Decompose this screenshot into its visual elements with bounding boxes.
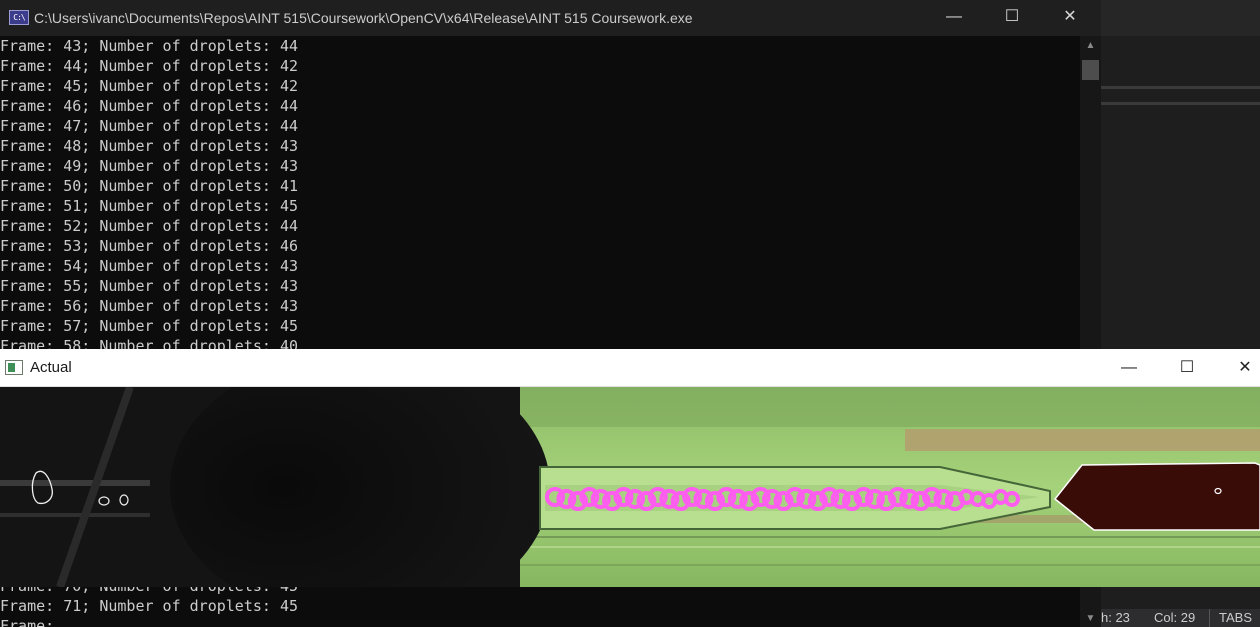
console-line: Frame: 47; Number of droplets: 44 (0, 117, 299, 135)
console-line: Frame: 56; Number of droplets: 43 (0, 297, 299, 315)
editor-header (1101, 0, 1260, 36)
console-line: Frame: 53; Number of droplets: 46 (0, 237, 299, 255)
console-line: Frame: 52; Number of droplets: 44 (0, 217, 299, 235)
console-line: Frame: 54; Number of droplets: 43 (0, 257, 299, 275)
status-column-number[interactable]: Col: 29 (1154, 609, 1195, 627)
scroll-up-arrow-icon[interactable]: ▲ (1080, 38, 1101, 54)
console-line: Frame: 57; Number of droplets: 45 (0, 317, 299, 335)
actual-minimize-button[interactable]: — (1100, 349, 1158, 387)
scroll-thumb[interactable] (1082, 60, 1099, 80)
console-line: Frame: 44; Number of droplets: 42 (0, 57, 299, 75)
console-line: Frame: 45; Number of droplets: 42 (0, 77, 299, 95)
console-close-button[interactable]: ✕ (1042, 0, 1098, 36)
microscope-frame-image (0, 387, 1260, 587)
image-window-icon (5, 360, 23, 375)
console-line: Frame: 49; Number of droplets: 43 (0, 157, 299, 175)
scroll-down-arrow-icon[interactable]: ▼ (1080, 611, 1101, 627)
console-app-icon: C:\ (9, 10, 29, 25)
editor-divider (1101, 86, 1260, 89)
actual-close-button[interactable]: ✕ (1216, 349, 1260, 387)
console-line: Frame: 55; Number of droplets: 43 (0, 277, 299, 295)
actual-window-titlebar[interactable]: Actual — ☐ ✕ (0, 349, 1260, 387)
console-line: Frame: 50; Number of droplets: 41 (0, 177, 299, 195)
status-indentation[interactable]: TABS (1209, 609, 1260, 627)
editor-statusbar: h: 23 Col: 29 TABS (1101, 609, 1260, 627)
dark-occlusion (170, 387, 550, 587)
dark-fluid-region (1053, 462, 1260, 531)
console-line: Frame: 51; Number of droplets: 45 (0, 197, 299, 215)
console-maximize-button[interactable]: ☐ (984, 0, 1040, 36)
console-titlebar[interactable]: C:\ C:\Users\ivanc\Documents\Repos\AINT … (0, 0, 1101, 36)
console-line: Frame: 48; Number of droplets: 43 (0, 137, 299, 155)
console-line: Frame: (0, 617, 55, 627)
actual-window-title: Actual (30, 359, 72, 376)
console-line: Frame: 71; Number of droplets: 45 (0, 597, 299, 615)
actual-maximize-button[interactable]: ☐ (1158, 349, 1216, 387)
console-minimize-button[interactable]: — (926, 0, 982, 36)
editor-divider (1101, 102, 1260, 105)
console-line: Frame: 46; Number of droplets: 44 (0, 97, 299, 115)
console-window-title: C:\Users\ivanc\Documents\Repos\AINT 515\… (34, 10, 693, 26)
status-line-number[interactable]: h: 23 (1101, 609, 1130, 627)
actual-image-window: Actual — ☐ ✕ (0, 349, 1260, 587)
console-line: Frame: 43; Number of droplets: 44 (0, 37, 299, 55)
